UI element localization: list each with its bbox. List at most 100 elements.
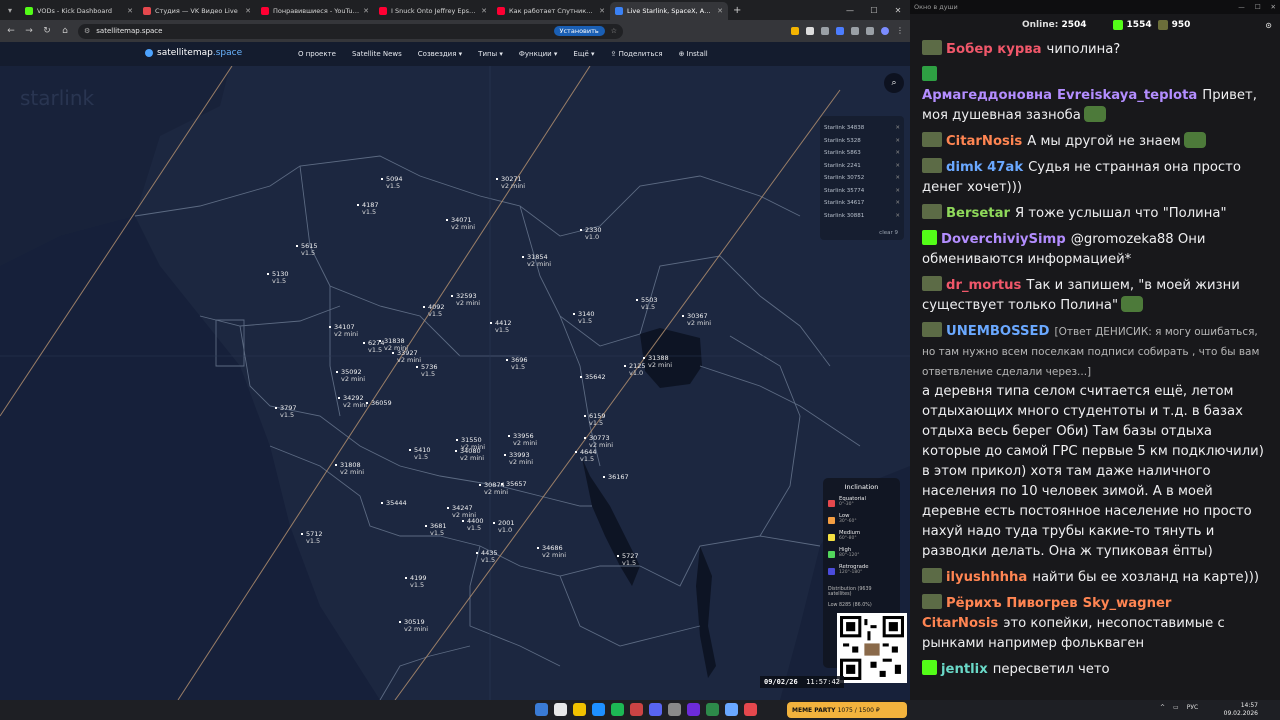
satellite-label[interactable]: 30773 v2 mini xyxy=(583,435,613,449)
satellite-label[interactable]: 31388 v2 mini xyxy=(642,355,672,369)
site-nav-item[interactable]: Типы ▾ xyxy=(478,50,503,58)
satellite-label[interactable]: 2330 v1.0 xyxy=(580,227,602,241)
tracked-satellite-item[interactable]: Starlink 34617 ✕ xyxy=(824,197,900,210)
taskbar-app-icon[interactable] xyxy=(706,703,719,716)
tab-close-icon[interactable]: ✕ xyxy=(599,7,605,15)
satellite-label[interactable]: 34080 v2 mini xyxy=(454,448,484,462)
site-info-icon[interactable]: ⚙ xyxy=(84,27,90,35)
browser-tab[interactable]: Студия — VK Видео Live ✕ xyxy=(138,2,256,20)
tab-close-icon[interactable]: ✕ xyxy=(127,7,133,15)
satellite-label[interactable]: 35444 xyxy=(381,500,407,507)
satellite-label[interactable]: 2125 v1.0 xyxy=(624,363,646,377)
chat-username[interactable]: ilyushhhha xyxy=(946,570,1027,585)
profile-icon[interactable] xyxy=(881,27,889,35)
satellite-label[interactable]: 3696 v1.5 xyxy=(506,357,528,371)
site-nav-item[interactable]: Функции ▾ xyxy=(519,50,558,58)
remove-icon[interactable]: ✕ xyxy=(895,150,900,156)
remove-icon[interactable]: ✕ xyxy=(895,200,900,206)
clock[interactable]: 14:57 09.02.2026 xyxy=(1224,702,1258,718)
chat-username[interactable]: Бобер курва xyxy=(946,42,1042,57)
taskbar-app-icon[interactable] xyxy=(592,703,605,716)
remove-icon[interactable]: ✕ xyxy=(895,213,900,219)
satellite-label[interactable]: 31854 v2 mini xyxy=(521,254,551,268)
chat-username[interactable]: Рёрихъ Пивогрев xyxy=(946,596,1078,611)
tracked-satellite-item[interactable]: Starlink 34838 ✕ xyxy=(824,122,900,135)
satellite-label[interactable]: 35657 xyxy=(501,481,527,488)
maximize-icon[interactable]: ☐ xyxy=(1255,3,1261,11)
remove-icon[interactable]: ✕ xyxy=(895,125,900,131)
satellite-label[interactable]: 2001 v1.0 xyxy=(493,520,515,534)
satellite-label[interactable]: 34071 v2 mini xyxy=(445,217,475,231)
satellite-label[interactable]: 5736 v1.5 xyxy=(416,364,438,378)
satellite-label[interactable]: 5410 v1.5 xyxy=(409,447,431,461)
map-search-button[interactable]: ⌕ xyxy=(884,73,904,93)
satellite-label[interactable]: 5130 v1.5 xyxy=(267,271,289,285)
download-icon[interactable] xyxy=(866,27,874,35)
browser-tab[interactable]: Live Starlink, SpaceX, Amazon✕ xyxy=(610,2,728,20)
puzzle-icon[interactable] xyxy=(851,27,859,35)
chat-username[interactable]: DoverchiviySimp xyxy=(941,232,1066,247)
minimize-icon[interactable]: — xyxy=(838,6,862,15)
tab-close-icon[interactable]: ✕ xyxy=(363,7,369,15)
satellite-label[interactable]: 5727 v1.5 xyxy=(617,553,639,567)
satellite-label[interactable]: 3140 v1.5 xyxy=(573,311,595,325)
browser-tab[interactable]: I Snuck Onto Jeffrey Epstein's I✕ xyxy=(374,2,492,20)
clear-tracked-button[interactable]: clear 9 xyxy=(879,230,898,236)
satellite-label[interactable]: 33927 v2 mini xyxy=(391,350,421,364)
satellite-label[interactable]: 36167 xyxy=(603,474,629,481)
satellite-label[interactable]: 4092 v1.5 xyxy=(423,304,445,318)
satellite-label[interactable]: 30271 v2 mini xyxy=(495,176,525,190)
satellite-label[interactable]: 33956 v2 mini xyxy=(507,433,537,447)
satellite-label[interactable]: 35642 xyxy=(580,374,606,381)
reload-icon[interactable]: ↻ xyxy=(42,26,52,36)
taskbar-app-icon[interactable] xyxy=(668,703,681,716)
extension-icon[interactable] xyxy=(791,27,799,35)
site-nav-item[interactable]: Созвездия ▾ xyxy=(418,50,462,58)
tab-close-icon[interactable]: ✕ xyxy=(245,7,251,15)
extension-icon[interactable] xyxy=(821,27,829,35)
extension-icon[interactable] xyxy=(806,27,814,35)
back-icon[interactable]: ← xyxy=(6,26,16,36)
close-icon[interactable]: ✕ xyxy=(1271,3,1276,11)
satellite-label[interactable]: 32593 v2 mini xyxy=(450,293,480,307)
site-nav-item[interactable]: ⇪ Поделиться xyxy=(610,50,662,58)
satellite-label[interactable]: 34292 v2 mini xyxy=(337,395,367,409)
site-nav-item[interactable]: Satellite News xyxy=(352,50,402,58)
satellite-label[interactable]: 5094 v1.5 xyxy=(381,176,403,190)
tracked-satellite-item[interactable]: Starlink 30881 ✕ xyxy=(824,210,900,223)
site-logo[interactable]: satellitemap.space xyxy=(145,48,242,58)
chat-username[interactable]: Bersetar xyxy=(946,206,1010,221)
taskbar-app-icon[interactable] xyxy=(744,703,757,716)
chat-username[interactable]: jentlix xyxy=(941,662,988,677)
tab-close-icon[interactable]: ✕ xyxy=(717,7,723,15)
satellite-label[interactable]: 3797 v1.5 xyxy=(275,405,297,419)
tray-chevron-icon[interactable]: ^ xyxy=(1160,704,1165,711)
menu-dots-icon[interactable]: ⋮ xyxy=(896,27,904,35)
bookmark-star-icon[interactable]: ☆ xyxy=(611,27,617,35)
satellite-label[interactable]: 6274 v1.5 xyxy=(363,340,385,354)
satellite-label[interactable]: 34686 v2 mini xyxy=(536,545,566,559)
taskbar-app-icon[interactable] xyxy=(535,703,548,716)
satellite-label[interactable]: 34107 v2 mini xyxy=(328,324,358,338)
taskbar-app-icon[interactable] xyxy=(649,703,662,716)
site-nav-item[interactable]: Ещё ▾ xyxy=(573,50,594,58)
tracked-satellite-item[interactable]: Starlink 5863 ✕ xyxy=(824,147,900,160)
install-app-button[interactable]: Установить xyxy=(553,26,605,36)
taskbar-app-icon[interactable] xyxy=(554,703,567,716)
forward-icon[interactable]: → xyxy=(24,26,34,36)
tracked-satellite-item[interactable]: Starlink 35774 ✕ xyxy=(824,185,900,198)
maximize-icon[interactable]: ☐ xyxy=(862,6,886,15)
minimize-icon[interactable]: — xyxy=(1238,3,1245,11)
new-tab-button[interactable]: + xyxy=(728,5,746,16)
language-indicator[interactable]: РУС xyxy=(1187,704,1198,711)
satellite-label[interactable]: 30367 v2 mini xyxy=(681,313,711,327)
satellite-label[interactable]: 36059 xyxy=(366,400,392,407)
map-canvas[interactable] xyxy=(0,66,910,700)
close-icon[interactable]: ✕ xyxy=(886,6,910,15)
browser-tab[interactable]: Как работает Спутниковый И ✕ xyxy=(492,2,610,20)
satellite-label[interactable]: 4199 v1.5 xyxy=(405,575,427,589)
satellite-label[interactable]: 30874 v2 mini xyxy=(478,482,508,496)
satellite-label[interactable]: 4187 v1.5 xyxy=(357,202,379,216)
taskbar-app-icon[interactable] xyxy=(725,703,738,716)
taskbar-app-icon[interactable] xyxy=(630,703,643,716)
